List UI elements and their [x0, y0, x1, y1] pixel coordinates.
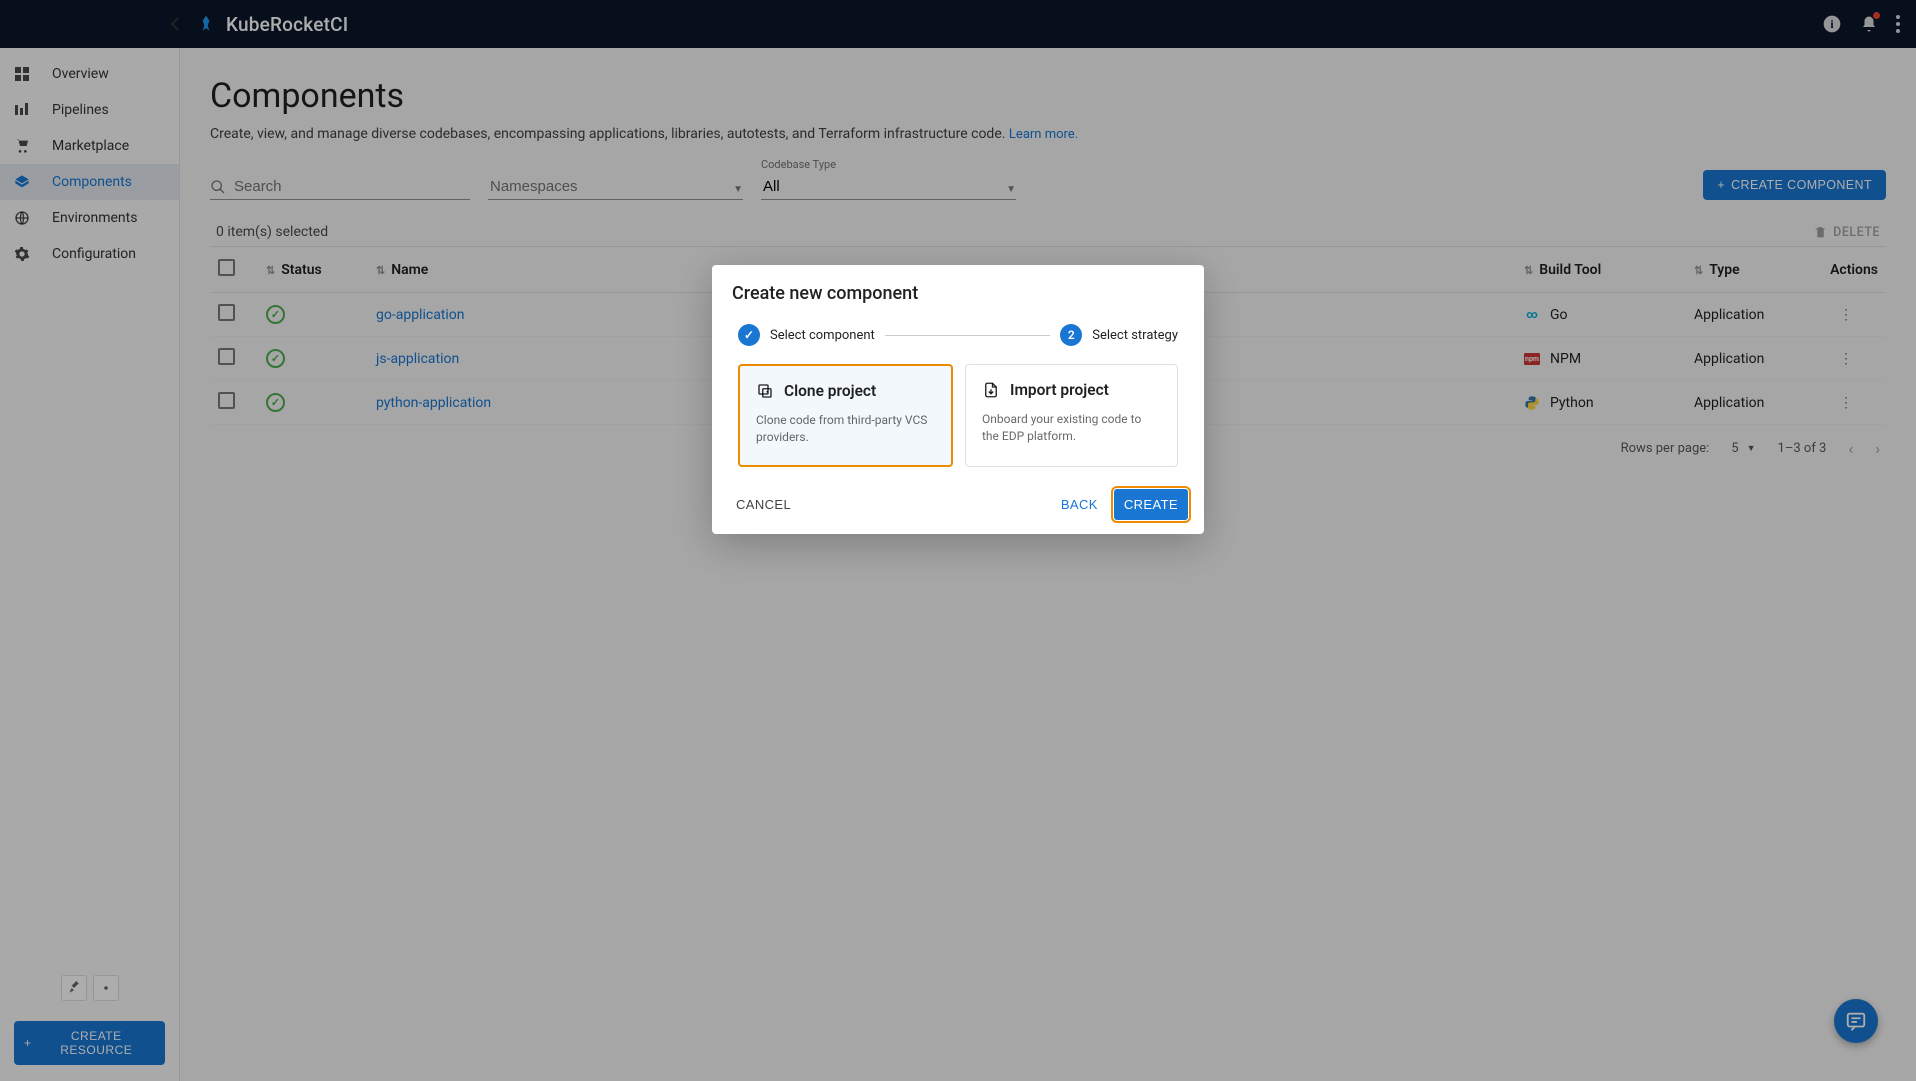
cancel-button[interactable]: CANCEL: [726, 489, 801, 520]
step-label: Select component: [770, 328, 875, 343]
modal-overlay[interactable]: Create new component ✓ Select component …: [0, 0, 1916, 1081]
card-title: Import project: [1010, 381, 1109, 399]
step-number-icon: 2: [1060, 324, 1082, 346]
strategy-card-clone[interactable]: Clone project Clone code from third-part…: [738, 364, 953, 467]
clone-icon: [756, 382, 774, 400]
import-icon: [982, 381, 1000, 399]
step-label: Select strategy: [1092, 328, 1178, 343]
card-description: Onboard your existing code to the EDP pl…: [982, 411, 1161, 446]
create-component-modal: Create new component ✓ Select component …: [712, 265, 1204, 534]
create-button[interactable]: CREATE: [1114, 489, 1188, 520]
modal-title: Create new component: [712, 265, 1204, 318]
stepper: ✓ Select component 2 Select strategy: [712, 318, 1204, 364]
strategy-card-import[interactable]: Import project Onboard your existing cod…: [965, 364, 1178, 467]
back-button[interactable]: BACK: [1051, 489, 1108, 520]
card-title: Clone project: [784, 382, 876, 400]
step-done-icon: ✓: [738, 324, 760, 346]
card-description: Clone code from third-party VCS provider…: [756, 412, 935, 447]
